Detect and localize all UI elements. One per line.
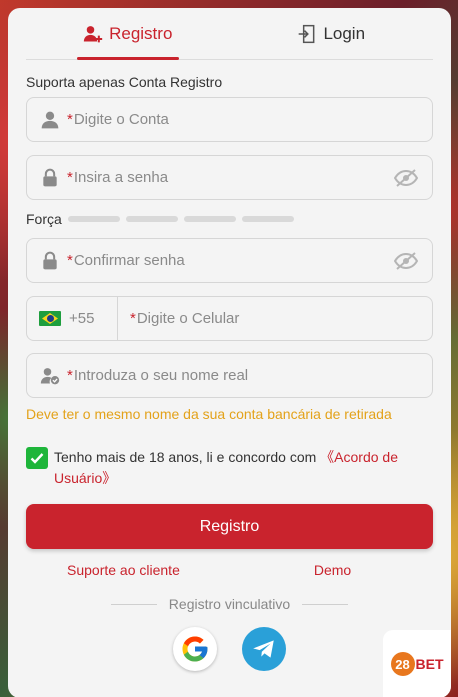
google-icon (182, 636, 208, 662)
lock-icon (39, 250, 61, 272)
tab-bar: Registro Login (26, 8, 433, 60)
realname-placeholder: *Introduza o seu nome real (67, 367, 249, 384)
telegram-icon (253, 640, 274, 658)
google-button[interactable] (173, 627, 217, 671)
telegram-button[interactable] (242, 627, 286, 671)
account-placeholder: *Digite o Conta (67, 111, 169, 128)
strength-bar (125, 216, 178, 222)
terms-checkbox[interactable] (26, 447, 48, 469)
realname-field[interactable]: *Introduza o seu nome real (26, 353, 433, 398)
phone-placeholder: *Digite o Celular (130, 310, 240, 327)
logo-number: 28 (390, 652, 415, 676)
eye-hidden-icon[interactable] (394, 168, 418, 188)
phone-separator (117, 297, 118, 340)
register-card: Registro Login Suporta apenas Conta Regi… (8, 8, 451, 697)
terms-agreement: Tenho mais de 18 anos, li e concordo com… (26, 447, 433, 489)
verified-user-icon (39, 365, 61, 387)
social-divider: Registro vinculativo (8, 596, 451, 612)
demo-link[interactable]: Demo (314, 562, 351, 578)
tab-login-label: Login (323, 23, 366, 43)
password-field[interactable]: *Insira a senha (26, 155, 433, 200)
logo-brand: BET (415, 656, 444, 672)
add-user-icon (83, 25, 103, 42)
password-placeholder: *Insira a senha (67, 169, 169, 186)
strength-bar (241, 216, 294, 222)
tab-login[interactable]: Login (230, 8, 434, 59)
account-field[interactable]: *Digite o Conta (26, 97, 433, 142)
login-door-icon (299, 24, 315, 43)
customer-support-link[interactable]: Suporte ao cliente (67, 562, 180, 578)
divider-line (302, 603, 349, 605)
confirm-placeholder: *Confirmar senha (67, 252, 185, 269)
tab-registro[interactable]: Registro (26, 8, 230, 59)
lock-icon (39, 167, 61, 189)
checkmark-icon (30, 453, 44, 464)
social-divider-label: Registro vinculativo (168, 596, 291, 612)
strength-bar (183, 216, 236, 222)
register-submit-button[interactable]: Registro (26, 504, 433, 549)
strength-bar (67, 216, 120, 222)
eye-hidden-icon[interactable] (394, 251, 418, 271)
tab-registro-label: Registro (109, 23, 173, 43)
brand-logo: 28 BET (383, 630, 451, 697)
terms-text: Tenho mais de 18 anos, li e concordo com… (54, 449, 398, 486)
realname-hint: Deve ter o mesmo nome da sua conta bancá… (26, 406, 392, 422)
confirm-password-field[interactable]: *Confirmar senha (26, 238, 433, 283)
password-strength: Força (26, 211, 433, 227)
divider-line (110, 603, 157, 605)
footer-links: Suporte ao cliente Demo (8, 562, 451, 578)
account-type-note: Suporta apenas Conta Registro (26, 74, 223, 90)
brazil-flag-icon[interactable] (39, 311, 61, 326)
user-icon (39, 109, 61, 131)
country-code[interactable]: +55 (69, 310, 117, 327)
strength-label: Força (26, 211, 62, 227)
phone-field[interactable]: +55 *Digite o Celular (26, 296, 433, 341)
